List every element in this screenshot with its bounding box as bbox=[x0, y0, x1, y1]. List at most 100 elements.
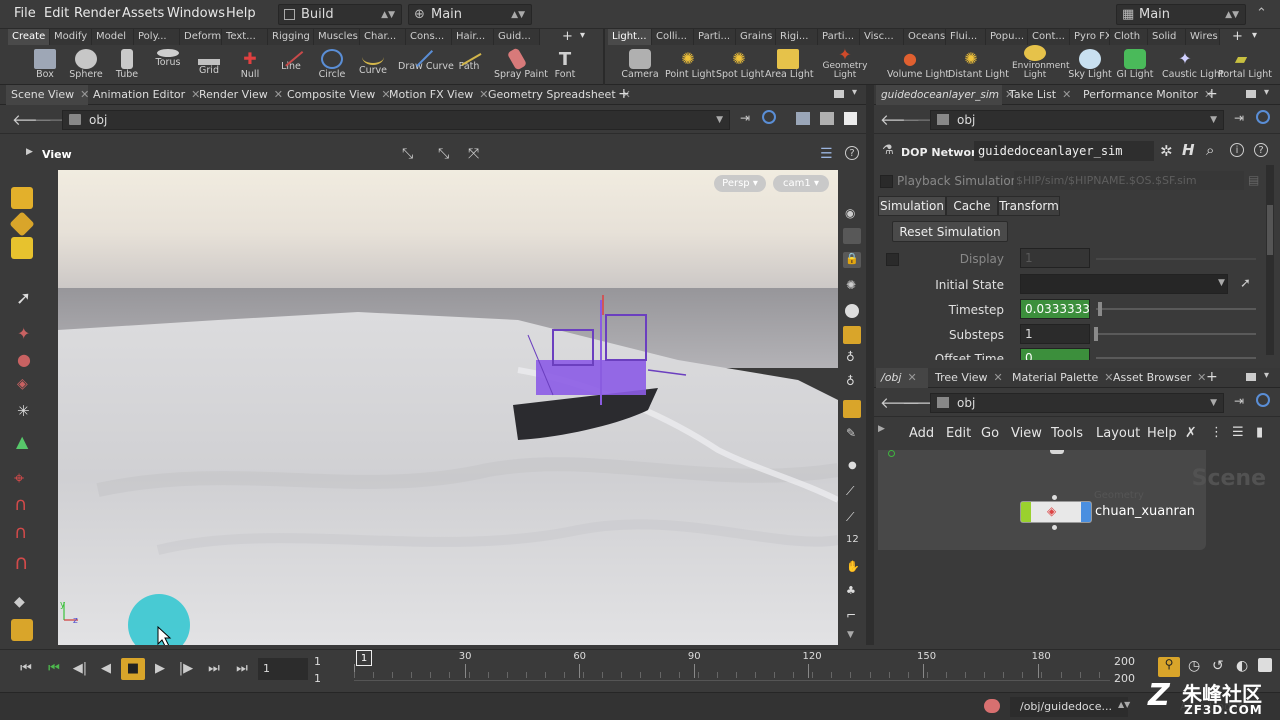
loop-icon[interactable]: ↺ bbox=[1212, 658, 1224, 674]
view-label[interactable]: View bbox=[42, 148, 72, 161]
snap-icon[interactable]: ✺ bbox=[846, 278, 856, 292]
net-menu-help[interactable]: Help bbox=[1147, 426, 1177, 441]
pin-icon[interactable]: ⇥ bbox=[1234, 394, 1244, 408]
shelf-tab[interactable]: Create bbox=[8, 29, 50, 45]
pane-tab[interactable]: Take List ✕ bbox=[1004, 85, 1076, 105]
magnet-tool-icon[interactable]: ∩ bbox=[14, 494, 27, 515]
shading-icon[interactable] bbox=[820, 112, 834, 125]
camera-tool[interactable]: Camera bbox=[617, 47, 663, 85]
pane-tab[interactable]: Render View ✕ bbox=[194, 85, 283, 105]
curve-tool[interactable]: Curve bbox=[350, 47, 396, 85]
search-icon[interactable]: ⌕ bbox=[1206, 141, 1214, 159]
range-start[interactable]: 1 bbox=[314, 655, 321, 668]
pane-tab[interactable]: Tree View ✕ bbox=[930, 368, 1006, 388]
chevron-down-icon[interactable]: ▼ bbox=[1210, 111, 1217, 129]
uv-icon[interactable]: ♣ bbox=[846, 584, 856, 597]
playback-path-field[interactable]: $HIP/sim/$HIPNAME.$OS.$SF.sim bbox=[1014, 171, 1244, 190]
shelf-tab[interactable]: Poly... bbox=[134, 29, 180, 45]
initial-state-field[interactable] bbox=[1020, 274, 1228, 294]
node-render-flag[interactable] bbox=[1081, 502, 1091, 522]
net-menu-tools[interactable]: Tools bbox=[1051, 426, 1083, 441]
bone-tool-icon[interactable]: ✳ bbox=[17, 402, 30, 420]
step-end-icon[interactable]: ⏭ bbox=[202, 658, 226, 680]
prev-key-icon[interactable]: ◀| bbox=[68, 658, 92, 680]
help-h-icon[interactable]: H bbox=[1182, 141, 1195, 159]
offset-time-field[interactable]: 0 bbox=[1020, 348, 1090, 360]
current-frame-field[interactable]: 1 bbox=[258, 658, 308, 680]
context-select[interactable]: ⊕ Main ▲▼ bbox=[408, 4, 532, 25]
chevron-down-icon[interactable]: ▼ bbox=[1218, 278, 1225, 288]
tree-icon[interactable]: ⋮ bbox=[1210, 425, 1223, 440]
gi-light-tool[interactable]: GI Light bbox=[1112, 47, 1158, 85]
shelf-tab[interactable]: Guid... bbox=[494, 29, 540, 45]
viewport-menu-icon[interactable]: ▶ bbox=[26, 147, 33, 157]
display-icon[interactable] bbox=[844, 112, 857, 125]
shelf-tab[interactable]: Cloth bbox=[1110, 29, 1148, 45]
snap-tool-icon[interactable]: ⤡ bbox=[402, 146, 413, 162]
timestep-slider[interactable] bbox=[1096, 308, 1256, 310]
portal-light-tool[interactable]: ▰ Portal Light bbox=[1218, 47, 1272, 85]
eye-icon[interactable]: ◉ bbox=[845, 206, 855, 220]
render-icon[interactable] bbox=[843, 400, 861, 418]
right-context-select[interactable]: ▦ Main ▲▼ bbox=[1116, 4, 1246, 25]
circle-tool[interactable]: Circle bbox=[309, 47, 355, 85]
help-icon[interactable]: ? bbox=[1254, 143, 1268, 157]
net-menu-edit[interactable]: Edit bbox=[946, 426, 971, 441]
pane-tab[interactable]: Geometry Spreadsheet ✕ bbox=[483, 85, 631, 105]
net-menu-add[interactable]: Add bbox=[909, 426, 934, 441]
paint-tool-icon[interactable]: ⌖ bbox=[14, 468, 24, 489]
pane-menu-icon[interactable]: ▾ bbox=[1264, 87, 1269, 98]
shelf-tab[interactable]: Model bbox=[92, 29, 134, 45]
close-icon[interactable]: ✕ bbox=[1062, 88, 1071, 101]
camera-tool-icon[interactable]: ⤧ bbox=[468, 146, 479, 162]
range-end[interactable]: 200 bbox=[1114, 655, 1135, 668]
display-field[interactable]: 1 bbox=[1020, 248, 1090, 268]
shelf-menu-icon[interactable]: ▾ bbox=[1252, 30, 1257, 41]
link-icon[interactable] bbox=[762, 110, 776, 124]
ghost-icon[interactable] bbox=[843, 228, 861, 244]
info-icon[interactable]: i bbox=[1230, 143, 1244, 157]
shelf-tab[interactable]: Oceans bbox=[904, 29, 946, 45]
reset-simulation-button[interactable]: Reset Simulation bbox=[892, 221, 1008, 242]
point-icon[interactable]: ● bbox=[848, 460, 857, 471]
pane-menu-icon[interactable]: ▾ bbox=[1264, 370, 1269, 381]
pane-menu-icon[interactable]: ▾ bbox=[852, 87, 857, 98]
add-shelf-icon[interactable]: + bbox=[562, 29, 573, 44]
add-tab-icon[interactable]: + bbox=[1206, 86, 1218, 102]
node-display-flag[interactable] bbox=[1021, 502, 1031, 522]
line-tool[interactable]: Line bbox=[268, 43, 314, 85]
realtime-icon[interactable]: ◷ bbox=[1188, 658, 1200, 674]
frame-indicator[interactable]: 1 bbox=[356, 650, 372, 666]
arrow-select-icon[interactable]: ➚ bbox=[16, 288, 31, 309]
grid-icon[interactable]: ▮ bbox=[1256, 425, 1263, 440]
sky-light-tool[interactable]: Sky Light bbox=[1067, 47, 1113, 85]
net-menu-layout[interactable]: Layout bbox=[1096, 426, 1140, 441]
caustic-light-tool[interactable]: ✦ Caustic Light bbox=[1162, 47, 1224, 85]
normal-icon[interactable]: ✋ bbox=[846, 560, 860, 573]
close-icon[interactable]: ✕ bbox=[907, 371, 916, 384]
shelf-tab[interactable]: Colli... bbox=[652, 29, 694, 45]
timeline-track[interactable]: 30 60 90 120 150 180 1 bbox=[354, 650, 1110, 681]
shelf-tab[interactable]: Text... bbox=[222, 29, 268, 45]
node-name-field[interactable]: guidedoceanlayer_sim bbox=[974, 141, 1154, 161]
shelf-tab[interactable]: Cons... bbox=[406, 29, 452, 45]
list-icon[interactable]: ☰ bbox=[1232, 425, 1244, 440]
network-canvas[interactable]: Scene Geometry ◈ chuan_xuanran bbox=[878, 450, 1266, 550]
shelf-tab[interactable]: Modify bbox=[50, 29, 92, 45]
geometry-cube-icon[interactable] bbox=[796, 112, 810, 125]
menu-windows[interactable]: Windows bbox=[167, 6, 225, 21]
param-scrollbar[interactable] bbox=[1266, 165, 1274, 355]
spray-paint-tool[interactable]: Spray Paint bbox=[494, 47, 548, 85]
shelf-tab[interactable]: Parti... bbox=[694, 29, 736, 45]
volume-light-tool[interactable]: ● Volume Light bbox=[887, 47, 949, 85]
menu-render[interactable]: Render bbox=[74, 6, 120, 21]
lock-icon[interactable]: 🔒 bbox=[843, 252, 861, 268]
offset-time-slider[interactable] bbox=[1096, 357, 1256, 359]
draw-curve-tool[interactable]: Draw Curve bbox=[398, 42, 454, 85]
pane-divider[interactable] bbox=[866, 85, 874, 645]
playback-checkbox[interactable] bbox=[880, 175, 893, 188]
bulb-icon[interactable]: ♁ bbox=[846, 374, 855, 388]
corner-icon[interactable]: ⌐ bbox=[846, 608, 856, 622]
pane-tab[interactable]: guidedoceanlayer_sim ✕ bbox=[876, 85, 1014, 105]
expand-icon[interactable]: ⌃ bbox=[1256, 6, 1267, 21]
